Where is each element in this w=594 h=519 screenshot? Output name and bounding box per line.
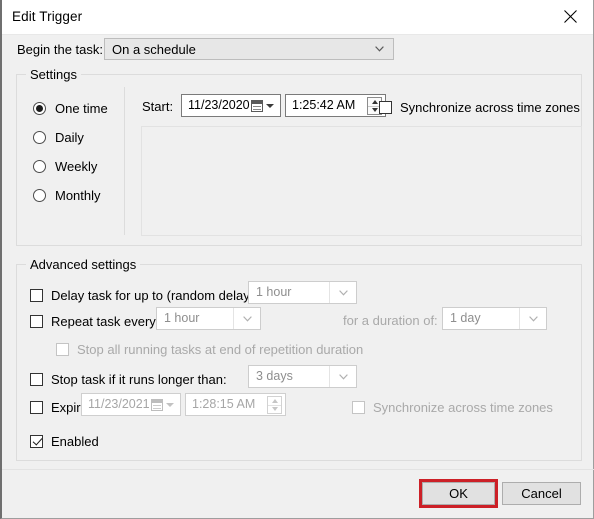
checkbox-mark	[56, 342, 69, 356]
title-bar: Edit Trigger	[2, 0, 593, 35]
schedule-detail-panel	[141, 126, 582, 236]
radio-one-time[interactable]: One time	[33, 99, 108, 117]
radio-daily-mark	[33, 130, 46, 144]
checkbox-mark	[379, 100, 392, 114]
edit-trigger-dialog: Edit Trigger Begin the task: On a schedu…	[0, 0, 594, 519]
chevron-down-icon	[266, 103, 274, 108]
radio-daily[interactable]: Daily	[33, 128, 84, 146]
start-time-field[interactable]: 1:25:42 AM	[285, 94, 386, 117]
checkbox-mark	[30, 288, 43, 302]
repeat-task-label: Repeat task every:	[51, 313, 160, 329]
delay-task-value: 1 hour	[256, 285, 292, 299]
repeat-duration-select[interactable]: 1 day	[442, 307, 547, 330]
start-date-field[interactable]: 11/23/2020	[181, 94, 281, 117]
radio-weekly[interactable]: Weekly	[33, 157, 97, 175]
radio-daily-label: Daily	[55, 129, 84, 145]
chevron-down-icon	[375, 46, 384, 52]
calendar-icon	[251, 99, 263, 112]
start-sync-timezones-label: Synchronize across time zones	[400, 99, 580, 115]
stop-task-longer-label: Stop task if it runs longer than:	[51, 371, 227, 387]
chevron-down-icon	[329, 282, 356, 303]
expire-date-field[interactable]: 11/23/2021	[81, 393, 181, 416]
stop-all-tasks-checkbox[interactable]: Stop all running tasks at end of repetit…	[56, 341, 363, 357]
checkbox-mark	[30, 400, 43, 414]
chevron-down-icon	[329, 366, 356, 387]
settings-group: Settings One time Daily Weekly Monthly S…	[16, 67, 582, 246]
radio-one-time-mark	[33, 101, 46, 115]
chevron-down-icon	[233, 308, 260, 329]
begin-task-label: Begin the task:	[17, 42, 103, 57]
start-time-value: 1:25:42 AM	[292, 98, 356, 112]
ok-button[interactable]: OK	[422, 482, 495, 505]
cancel-button[interactable]: Cancel	[502, 482, 581, 505]
repeat-interval-select[interactable]: 1 hour	[156, 307, 261, 330]
checkbox-mark	[30, 434, 43, 448]
repeat-task-checkbox[interactable]: Repeat task every:	[30, 313, 159, 329]
start-label: Start:	[142, 99, 174, 114]
radio-monthly[interactable]: Monthly	[33, 186, 101, 204]
begin-task-select[interactable]: On a schedule	[104, 38, 394, 60]
start-sync-timezones-checkbox[interactable]: Synchronize across time zones	[379, 99, 580, 115]
stop-task-duration-select[interactable]: 3 days	[248, 365, 357, 388]
window-title: Edit Trigger	[12, 9, 83, 24]
radio-monthly-mark	[33, 188, 46, 202]
chevron-down-icon	[519, 308, 546, 329]
expire-date-value: 11/23/2021	[88, 397, 150, 411]
enabled-checkbox[interactable]: Enabled	[30, 433, 99, 449]
checkbox-mark	[30, 372, 43, 386]
radio-weekly-label: Weekly	[55, 158, 98, 174]
delay-task-label: Delay task for up to (random delay):	[51, 287, 258, 303]
advanced-settings-group: Advanced settings Delay task for up to (…	[16, 257, 582, 461]
stepper-down-icon[interactable]	[268, 405, 281, 413]
repeat-duration-value: 1 day	[450, 311, 481, 325]
expire-time-field[interactable]: 1:28:15 AM	[185, 393, 286, 416]
expire-time-stepper[interactable]	[267, 395, 282, 414]
expire-sync-timezones-label: Synchronize across time zones	[373, 399, 553, 415]
settings-divider	[124, 87, 125, 235]
repeat-interval-value: 1 hour	[164, 311, 200, 325]
calendar-icon	[151, 398, 163, 411]
footer-separator	[2, 469, 594, 470]
chevron-down-icon	[166, 402, 174, 407]
radio-weekly-mark	[33, 159, 46, 173]
stop-all-tasks-label: Stop all running tasks at end of repetit…	[77, 341, 364, 357]
radio-one-time-label: One time	[55, 100, 108, 116]
expire-sync-timezones-checkbox[interactable]: Synchronize across time zones	[352, 399, 553, 415]
enabled-label: Enabled	[51, 433, 99, 449]
advanced-settings-title: Advanced settings	[26, 257, 141, 272]
settings-group-title: Settings	[26, 67, 81, 82]
close-icon[interactable]	[547, 0, 593, 33]
checkbox-mark	[30, 314, 43, 328]
begin-task-row: Begin the task: On a schedule	[2, 34, 593, 66]
delay-task-checkbox[interactable]: Delay task for up to (random delay):	[30, 287, 258, 303]
expire-time-value: 1:28:15 AM	[192, 397, 256, 411]
checkbox-mark	[352, 400, 365, 414]
start-date-value: 11/23/2020	[188, 98, 250, 112]
stop-task-longer-checkbox[interactable]: Stop task if it runs longer than:	[30, 371, 227, 387]
stop-task-duration-value: 3 days	[256, 369, 293, 383]
repeat-duration-label: for a duration of:	[343, 313, 438, 328]
delay-task-select[interactable]: 1 hour	[248, 281, 357, 304]
radio-monthly-label: Monthly	[55, 187, 101, 203]
begin-task-value: On a schedule	[112, 42, 196, 57]
